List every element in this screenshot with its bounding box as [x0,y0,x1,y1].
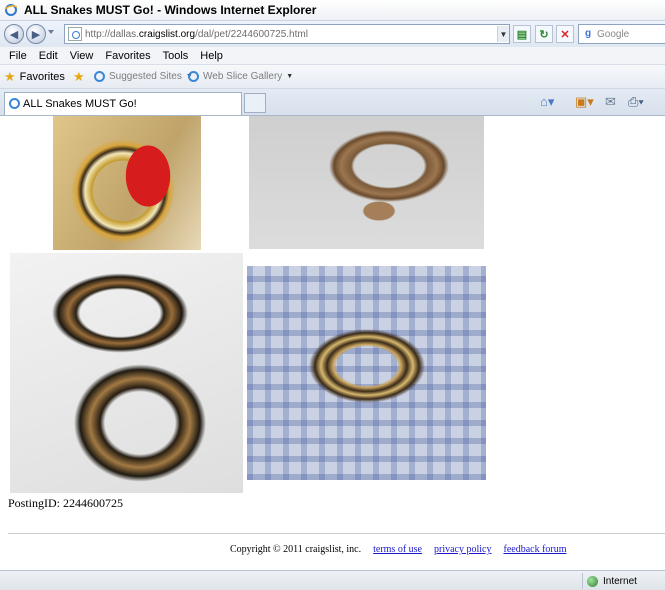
recent-pages-dropdown[interactable] [48,30,54,34]
search-placeholder: Google [597,28,630,40]
menu-file[interactable]: File [3,50,33,62]
menu-favorites[interactable]: Favorites [99,50,156,62]
menu-help[interactable]: Help [194,50,229,62]
window-title: ALL Snakes MUST Go! - Windows Internet E… [24,3,317,17]
footer: Copyright © 2011 craigslist, inc. terms … [230,544,567,555]
web-slice-gallery-link[interactable]: Web Slice Gallery ▼ [188,71,293,82]
address-toolbar: ◀ ▶ http://dallas. craigslist.org/dal/pet… [0,21,665,47]
snake-photo-2 [249,116,484,249]
tab-title: ALL Snakes MUST Go! [23,98,137,110]
search-input[interactable]: g Google [578,24,665,44]
ie-logo-icon [4,4,18,16]
add-to-favorites-icon[interactable]: ★ [73,69,85,85]
url-path: /dal/pet/2244600725.html [195,28,308,40]
chevron-down-icon: ▼ [286,73,294,80]
menu-view[interactable]: View [64,50,100,62]
page-icon [68,27,82,41]
ie-page-icon [188,71,199,82]
feedback-forum-link[interactable]: feedback forum [503,544,566,555]
address-dropdown-button[interactable]: ▼ [497,26,509,42]
status-bar: Internet [0,570,665,590]
back-button[interactable]: ◀ [4,24,24,44]
page-content: PostingID: 2244600725 Copyright © 2011 c… [0,116,665,570]
ie-page-icon [94,71,105,82]
home-icon[interactable]: ⌂▾ [540,94,554,110]
menu-edit[interactable]: Edit [33,50,64,62]
suggested-sites-label: Suggested Sites [109,71,182,82]
url-host: craigslist.org [138,28,196,40]
google-icon: g [582,28,594,40]
menu-tools[interactable]: Tools [157,50,195,62]
posting-id: PostingID: 2244600725 [8,496,124,510]
security-zone[interactable]: Internet [582,573,665,589]
url-prefix: http://dallas. [85,28,139,40]
snake-photo-4 [247,266,486,480]
mail-icon[interactable]: ✉ [605,94,616,110]
favorites-label: Favorites [19,71,65,83]
snake-photo-3 [10,253,243,493]
globe-icon [587,575,598,587]
favorites-button[interactable]: ★ Favorites [4,69,65,85]
web-slice-gallery-label: Web Slice Gallery [203,71,283,82]
menu-bar: File Edit View Favorites Tools Help [0,47,665,65]
copyright-text: Copyright © 2011 craigslist, inc. [230,544,362,555]
refresh-button[interactable]: ↻ [535,25,553,43]
footer-divider [8,533,665,534]
address-input[interactable]: http://dallas. craigslist.org/dal/pet/224… [64,24,510,44]
print-icon[interactable]: ⎙▾ [628,94,644,110]
zone-label: Internet [603,575,637,587]
compatibility-view-button[interactable]: ▤ [513,25,531,43]
suggested-sites-link[interactable]: Suggested Sites ▼ [94,71,193,82]
snake-photo-1 [53,116,201,250]
privacy-policy-link[interactable]: privacy policy [434,544,491,555]
stop-button[interactable]: ✕ [556,25,574,43]
favorites-star-icon: ★ [4,69,16,84]
terms-of-use-link[interactable]: terms of use [373,544,422,555]
feeds-icon[interactable]: ▣▾ [575,94,594,110]
tab-active[interactable]: ALL Snakes MUST Go! [4,92,242,115]
forward-button[interactable]: ▶ [26,24,46,44]
new-tab-button[interactable] [244,93,266,113]
window-title-bar: ALL Snakes MUST Go! - Windows Internet E… [0,0,665,21]
tab-row: ALL Snakes MUST Go! ⌂▾ ▣▾ ✉ ⎙▾ [0,89,665,116]
favorites-bar: ★ Favorites ★ Suggested Sites ▼ Web Slic… [0,65,665,89]
tab-ie-icon [9,98,20,109]
